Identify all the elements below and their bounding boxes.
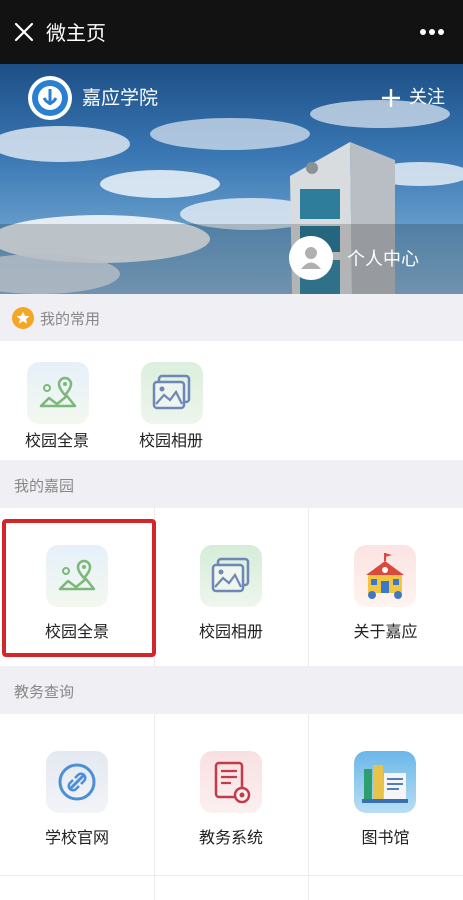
academic-item-label: 学校官网	[44, 828, 109, 847]
personal-center-label: 个人中心	[347, 249, 419, 270]
academic-item-label: 教务系统	[198, 828, 263, 847]
title-bar: 微主页	[0, 0, 463, 64]
more-icon[interactable]	[419, 28, 445, 36]
academic-item-library[interactable]: 图书馆	[308, 714, 463, 874]
frequent-item-label: 校园相册	[138, 431, 203, 450]
photo-album-icon	[200, 545, 262, 607]
section-academic-title: 教务查询	[14, 682, 75, 701]
my-campus-item-about[interactable]: 关于嘉应	[308, 508, 463, 666]
section-my-campus-header: 我的嘉园	[0, 462, 463, 508]
school-logo	[28, 76, 72, 120]
academic-item-label: 图书馆	[361, 828, 410, 847]
highlight-box	[2, 519, 156, 657]
plus-icon	[382, 89, 400, 107]
star-icon	[12, 307, 34, 329]
section-frequent-title: 我的常用	[40, 309, 101, 328]
photo-album-icon	[141, 362, 203, 424]
frequent-panel: 校园全景 校园相册	[0, 341, 463, 460]
academic-panel: 学校官网 教务系统 图书馆	[0, 714, 463, 900]
personal-center-button[interactable]: 个人中心	[287, 230, 463, 286]
my-campus-item-label: 校园相册	[198, 622, 263, 641]
section-academic-header: 教务查询	[0, 668, 463, 714]
follow-button[interactable]: 关注	[381, 84, 445, 112]
school-building-icon	[354, 545, 416, 607]
my-campus-item-label: 关于嘉应	[353, 622, 418, 641]
frequent-item-campus-album[interactable]: 校园相册	[114, 341, 228, 460]
section-frequent-header: 我的常用	[0, 295, 463, 341]
school-name: 嘉应学院	[82, 87, 159, 109]
close-icon[interactable]	[12, 20, 36, 44]
link-icon	[46, 751, 108, 813]
page-title: 微主页	[46, 21, 106, 45]
header-banner: 嘉应学院 关注 个人中心	[0, 64, 463, 294]
academic-item-academic-system[interactable]: 教务系统	[154, 714, 308, 874]
document-settings-icon	[200, 751, 262, 813]
frequent-item-label: 校园全景	[24, 431, 89, 450]
follow-label: 关注	[409, 87, 445, 108]
academic-item-official-site[interactable]: 学校官网	[0, 714, 154, 874]
books-icon	[354, 751, 416, 813]
avatar-icon	[289, 236, 333, 280]
section-my-campus-title: 我的嘉园	[14, 476, 75, 495]
frequent-item-campus-panorama[interactable]: 校园全景	[0, 341, 114, 460]
map-pin-icon	[27, 362, 89, 424]
my-campus-item-campus-album[interactable]: 校园相册	[154, 508, 308, 666]
